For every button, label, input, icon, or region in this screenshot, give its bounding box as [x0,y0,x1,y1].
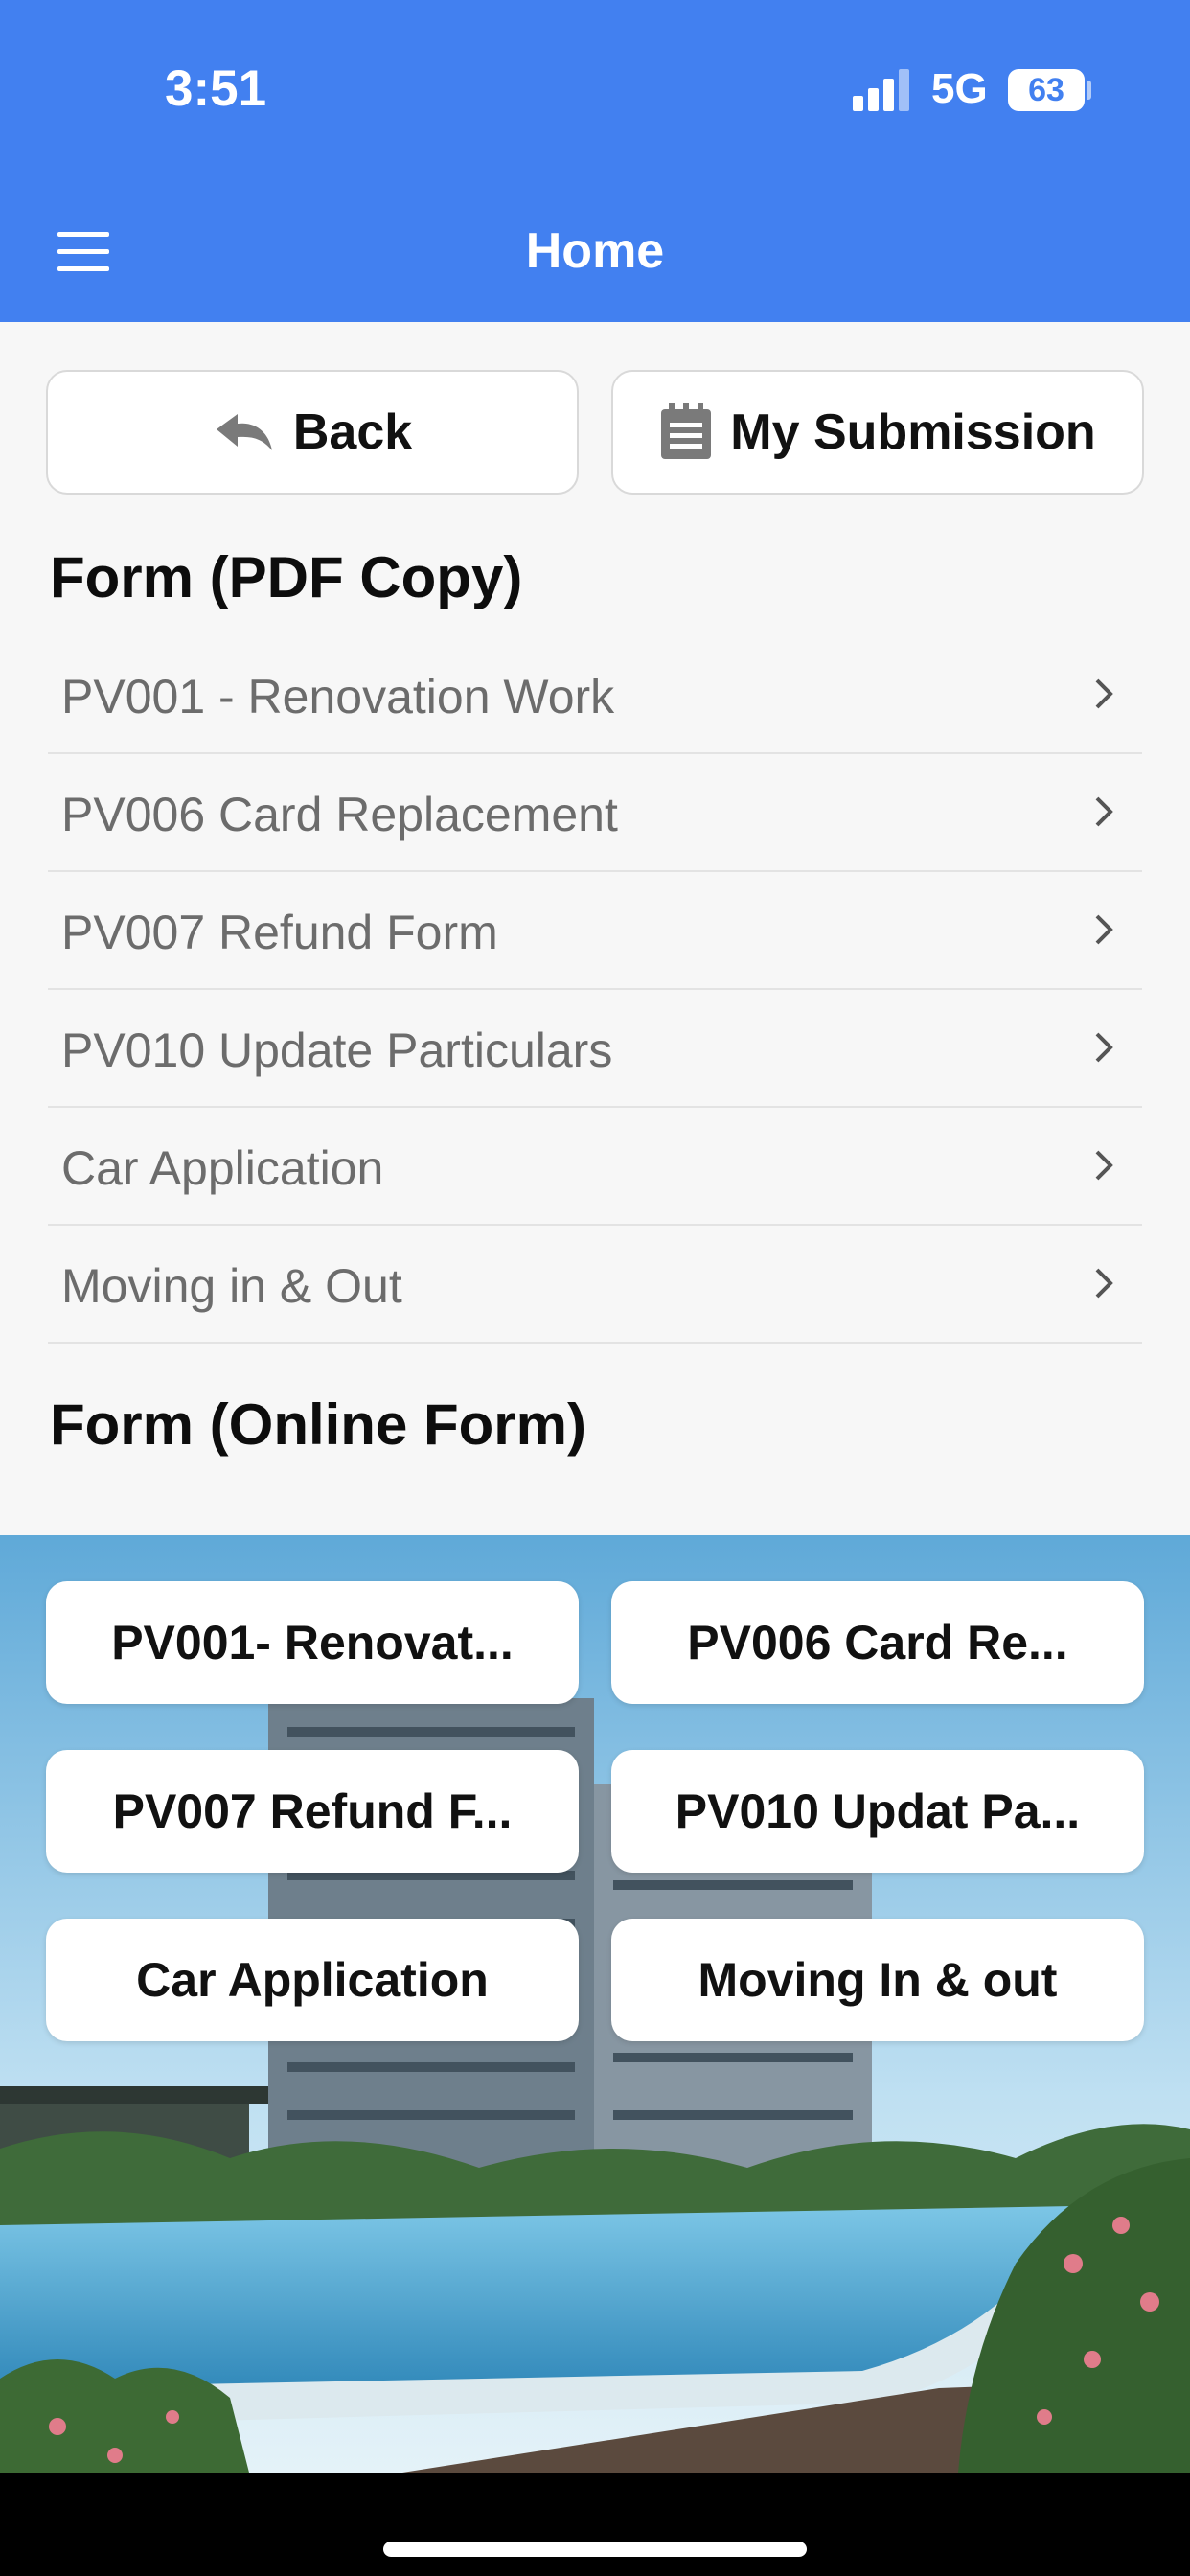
list-item[interactable]: Moving in & Out [48,1226,1142,1344]
list-item-label: Moving in & Out [61,1259,402,1313]
chevron-right-icon [1095,1032,1113,1063]
list-item[interactable]: PV007 Refund Form [48,872,1142,990]
online-form-label: PV001- Renovat... [111,1616,514,1669]
battery-icon: 63 [1008,69,1085,111]
page-title: Home [525,223,665,279]
document-list-icon [661,403,712,459]
chevron-right-icon [1095,1150,1113,1181]
online-form-label: PV006 Card Re... [687,1616,1068,1669]
chevron-right-icon [1095,678,1113,709]
signal-icon [853,69,910,111]
home-indicator[interactable] [383,2542,807,2557]
network-type: 5G [931,65,988,112]
online-form-label: Moving In & out [698,1953,1058,2007]
online-form-area: PV001- Renovat... PV006 Card Re... PV007… [0,1535,1190,2472]
chevron-right-icon [1095,914,1113,945]
list-item-label: PV006 Card Replacement [61,788,618,841]
nav-bar: Home [0,182,1190,322]
back-button[interactable]: Back [46,370,579,494]
status-bar: 3:51 5G 63 [0,0,1190,182]
pdf-section-title: Form (PDF Copy) [50,545,523,610]
online-form-pv007-button[interactable]: PV007 Refund F... [46,1750,579,1873]
my-submission-label: My Submission [730,404,1096,460]
list-item-label: PV007 Refund Form [61,906,498,959]
list-item[interactable]: PV006 Card Replacement [48,754,1142,872]
undo-arrow-icon [216,414,272,450]
online-form-moving-button[interactable]: Moving In & out [611,1919,1144,2041]
list-item-label: PV001 - Renovation Work [61,670,615,724]
status-time: 3:51 [165,60,267,117]
list-item[interactable]: PV010 Update Particulars [48,990,1142,1108]
chevron-right-icon [1095,1268,1113,1299]
online-form-label: Car Application [136,1953,489,2007]
list-item-label: Car Application [61,1141,384,1195]
back-label: Back [292,404,413,460]
list-item[interactable]: Car Application [48,1108,1142,1226]
hamburger-menu-icon[interactable] [54,232,115,274]
online-form-label: PV010 Updat Pa... [675,1784,1081,1838]
chevron-right-icon [1095,796,1113,827]
list-item[interactable]: PV001 - Renovation Work [48,636,1142,754]
online-form-pv001-button[interactable]: PV001- Renovat... [46,1581,579,1704]
pdf-form-list: PV001 - Renovation Work PV006 Card Repla… [48,636,1142,1344]
online-form-pv006-button[interactable]: PV006 Card Re... [611,1581,1144,1704]
home-indicator-area [0,2472,1190,2576]
online-form-car-application-button[interactable]: Car Application [46,1919,579,2041]
online-section-title: Form (Online Form) [50,1392,586,1457]
my-submission-button[interactable]: My Submission [611,370,1144,494]
online-form-pv010-button[interactable]: PV010 Updat Pa... [611,1750,1144,1873]
list-item-label: PV010 Update Particulars [61,1024,613,1077]
online-form-label: PV007 Refund F... [112,1784,513,1838]
battery-tip [1087,80,1091,100]
